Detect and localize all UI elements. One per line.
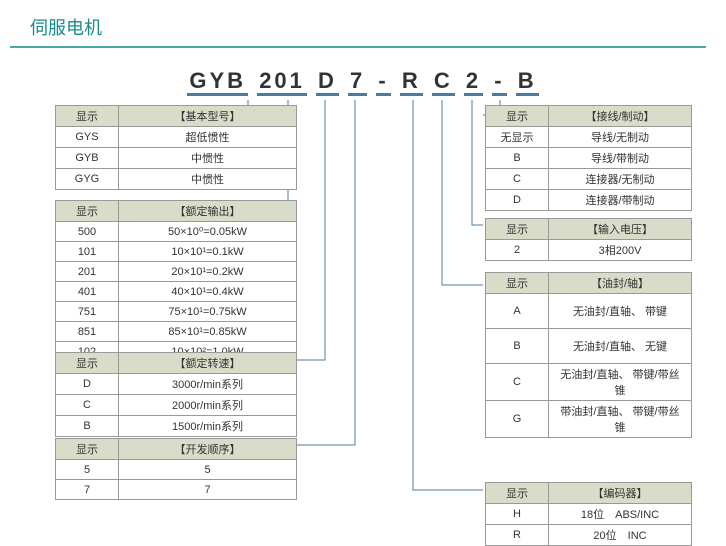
col-header: 【基本型号】 — [119, 106, 297, 127]
table-row: 10110×10¹=0.1kW — [56, 242, 297, 262]
table-row: R20位 INC — [486, 525, 692, 546]
table-row: D3000r/min系列 — [56, 374, 297, 395]
table-row: GYG中惯性 — [56, 169, 297, 190]
table-row: D连接器/带制动 — [486, 190, 692, 211]
table-voltage: 显示【输入电压】23相200V — [485, 218, 692, 261]
table-row: G带油封/直轴、 带键/带丝锥 — [486, 401, 692, 438]
table-row: 85185×10¹=0.85kW — [56, 322, 297, 342]
table-row: 50050×10⁰=0.05kW — [56, 222, 297, 242]
col-header: 显示 — [486, 483, 549, 504]
col-header: 【额定转速】 — [119, 353, 297, 374]
table-row: 23相200V — [486, 240, 692, 261]
page-title: 伺服电机 — [10, 0, 706, 48]
table-row: 40140×10¹=0.4kW — [56, 282, 297, 302]
col-header: 【接线/制动】 — [549, 106, 692, 127]
col-header: 【额定输出】 — [119, 201, 297, 222]
col-header: 【输入电压】 — [549, 219, 692, 240]
table-row: 无显示导线/无制动 — [486, 127, 692, 148]
table-row: C无油封/直轴、 带键/带丝锥 — [486, 364, 692, 401]
col-header: 显示 — [486, 106, 549, 127]
col-header: 显示 — [486, 219, 549, 240]
table-row: 75175×10¹=0.75kW — [56, 302, 297, 322]
table-output: 显示【额定输出】50050×10⁰=0.05kW10110×10¹=0.1kW2… — [55, 200, 297, 362]
table-row: C连接器/无制动 — [486, 169, 692, 190]
col-header: 显示 — [56, 439, 119, 460]
col-header: 显示 — [56, 106, 119, 127]
table-row: B无油封/直轴、 无键 — [486, 329, 692, 364]
table-encoder: 显示【编码器】H18位 ABS/INCR20位 INC — [485, 482, 692, 546]
table-row: 55 — [56, 460, 297, 480]
col-header: 【油封/轴】 — [549, 273, 692, 294]
table-row: GYB中惯性 — [56, 148, 297, 169]
table-row: A无油封/直轴、 带键 — [486, 294, 692, 329]
table-row: B1500r/min系列 — [56, 416, 297, 437]
col-header: 显示 — [56, 353, 119, 374]
table-wiring: 显示【接线/制动】无显示导线/无制动B导线/带制动C连接器/无制动D连接器/带制… — [485, 105, 692, 211]
col-header: 显示 — [56, 201, 119, 222]
table-speed: 显示【额定转速】D3000r/min系列C2000r/min系列B1500r/m… — [55, 352, 297, 437]
table-row: 20120×10¹=0.2kW — [56, 262, 297, 282]
model-number: GYB 201 D 7 - R C 2 - B — [0, 68, 726, 94]
table-seal: 显示【油封/轴】A无油封/直轴、 带键B无油封/直轴、 无键C无油封/直轴、 带… — [485, 272, 692, 438]
table-row: B导线/带制动 — [486, 148, 692, 169]
diagram-area: 显示【基本型号】GYS超低惯性GYB中惯性GYG中惯性 显示【额定输出】5005… — [0, 100, 726, 530]
col-header: 显示 — [486, 273, 549, 294]
table-row: H18位 ABS/INC — [486, 504, 692, 525]
table-row: 77 — [56, 480, 297, 500]
table-basic: 显示【基本型号】GYS超低惯性GYB中惯性GYG中惯性 — [55, 105, 297, 190]
table-dev: 显示【开发顺序】5577 — [55, 438, 297, 500]
col-header: 【编码器】 — [549, 483, 692, 504]
table-row: C2000r/min系列 — [56, 395, 297, 416]
col-header: 【开发顺序】 — [119, 439, 297, 460]
table-row: GYS超低惯性 — [56, 127, 297, 148]
